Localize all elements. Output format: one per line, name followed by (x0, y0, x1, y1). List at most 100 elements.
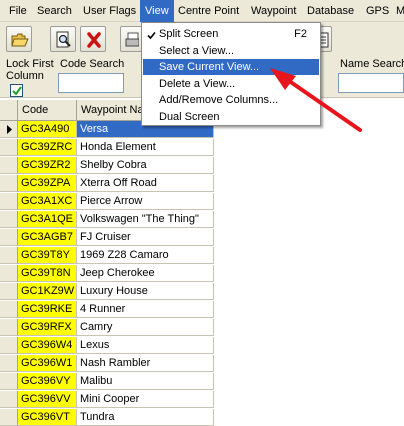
menu-view[interactable]: View (140, 0, 174, 22)
table-row[interactable]: GC3AGB7 FJ Cruiser (0, 229, 214, 246)
waypoint-name-cell[interactable]: Xterra Off Road (77, 175, 214, 192)
row-indicator[interactable] (0, 193, 18, 210)
menu-centre-point[interactable]: Centre Point (173, 0, 244, 22)
waypoint-name-cell[interactable]: Jeep Cherokee (77, 265, 214, 282)
waypoint-name-cell[interactable]: Camry (77, 319, 214, 336)
waypoint-name-cell[interactable]: Nash Rambler (77, 355, 214, 372)
printer-icon (125, 32, 139, 47)
delete-button[interactable] (80, 26, 106, 52)
view-menu-item-label: Delete a View... (159, 77, 236, 90)
row-indicator[interactable] (0, 139, 18, 156)
view-menu-item[interactable]: Save Current View... (143, 59, 319, 75)
waypoint-name-cell[interactable]: Shelby Cobra (77, 157, 214, 174)
menu-gps[interactable]: GPS (361, 0, 394, 22)
waypoint-name-cell[interactable]: Pierce Arrow (77, 193, 214, 210)
view-menu-item-label: Dual Screen (159, 110, 220, 123)
table-row[interactable]: GC3A1XC Pierce Arrow (0, 193, 214, 210)
menu-waypoint[interactable]: Waypoint (246, 0, 301, 22)
view-menu-item[interactable]: Dual Screen (143, 109, 319, 125)
column-header-code[interactable]: Code (18, 100, 77, 121)
waypoint-name-cell[interactable]: Malibu (77, 373, 214, 390)
current-row-arrow-icon (7, 125, 12, 134)
code-cell[interactable]: GC1KZ9W (18, 283, 77, 300)
view-menu-item[interactable]: Select a View... (143, 43, 319, 59)
row-indicator[interactable] (0, 355, 18, 372)
view-menu-item[interactable]: Split Screen F2 (143, 26, 319, 42)
code-cell[interactable]: GC39T8Y (18, 247, 77, 264)
row-indicator[interactable] (0, 301, 18, 318)
row-indicator[interactable] (0, 373, 18, 390)
view-menu-item-label: Select a View... (159, 44, 235, 57)
row-indicator[interactable] (0, 283, 18, 300)
waypoint-name-cell[interactable]: Tundra (77, 409, 214, 426)
row-indicator[interactable] (0, 247, 18, 264)
print-button[interactable] (120, 26, 142, 52)
code-cell[interactable]: GC3A1QE (18, 211, 77, 228)
open-folder-icon (11, 33, 29, 47)
table-row[interactable]: GC396W1 Nash Rambler (0, 355, 214, 372)
waypoint-name-cell[interactable]: Luxury House (77, 283, 214, 300)
waypoint-name-cell[interactable]: 1969 Z28 Camaro (77, 247, 214, 264)
red-x-icon (87, 32, 101, 48)
preview-button[interactable] (50, 26, 76, 52)
code-cell[interactable]: GC3AGB7 (18, 229, 77, 246)
table-row[interactable]: GC1KZ9W Luxury House (0, 283, 214, 300)
menu-shortcut: F2 (294, 28, 307, 40)
waypoint-name-cell[interactable]: 4 Runner (77, 301, 214, 318)
table-row[interactable]: GC39ZPA Xterra Off Road (0, 175, 214, 192)
row-indicator[interactable] (0, 337, 18, 354)
row-indicator[interactable] (0, 211, 18, 228)
row-indicator[interactable] (0, 391, 18, 408)
code-cell[interactable]: GC396VY (18, 373, 77, 390)
waypoint-name-cell[interactable]: Volkswagen "The Thing" (77, 211, 214, 228)
waypoint-name-cell[interactable]: Honda Element (77, 139, 214, 156)
code-cell[interactable]: GC396VT (18, 409, 77, 426)
name-search-input[interactable] (338, 73, 404, 93)
row-indicator[interactable] (0, 319, 18, 336)
table-row[interactable]: GC39ZRC Honda Element (0, 139, 214, 156)
lock-first-column-checkbox[interactable] (10, 84, 23, 97)
row-indicator[interactable] (0, 409, 18, 426)
row-indicator[interactable] (0, 175, 18, 192)
checkmark-icon (12, 86, 22, 96)
view-menu-item[interactable]: Delete a View... (143, 76, 319, 92)
code-cell[interactable]: GC39RKE (18, 301, 77, 318)
table-row[interactable]: GC39RFX Camry (0, 319, 214, 336)
row-indicator[interactable] (0, 265, 18, 282)
code-cell[interactable]: GC39ZRC (18, 139, 77, 156)
waypoint-name-cell[interactable]: Lexus (77, 337, 214, 354)
code-cell[interactable]: GC39RFX (18, 319, 77, 336)
menu-user-flags[interactable]: User Flags (78, 0, 141, 22)
code-cell[interactable]: GC3A490 (18, 121, 77, 138)
view-menu-item[interactable]: Add/Remove Columns... (143, 92, 319, 108)
menu-more[interactable]: M (391, 0, 404, 22)
open-folder-button[interactable] (6, 26, 32, 52)
code-cell[interactable]: GC39ZPA (18, 175, 77, 192)
table-row[interactable]: GC396W4 Lexus (0, 337, 214, 354)
code-cell[interactable]: GC3A1XC (18, 193, 77, 210)
table-row[interactable]: GC39ZR2 Shelby Cobra (0, 157, 214, 174)
row-indicator[interactable] (0, 121, 18, 138)
code-search-input[interactable] (58, 73, 124, 93)
table-row[interactable]: GC396VT Tundra (0, 409, 214, 426)
menu-file[interactable]: File (4, 0, 32, 22)
waypoint-name-cell[interactable]: FJ Cruiser (77, 229, 214, 246)
menu-search[interactable]: Search (32, 0, 77, 22)
table-row[interactable]: GC39T8N Jeep Cherokee (0, 265, 214, 282)
table-row[interactable]: GC39T8Y 1969 Z28 Camaro (0, 247, 214, 264)
code-cell[interactable]: GC396W1 (18, 355, 77, 372)
code-cell[interactable]: GC39ZR2 (18, 157, 77, 174)
table-row[interactable]: GC396VV Mini Cooper (0, 391, 214, 408)
row-indicator[interactable] (0, 157, 18, 174)
name-search-label: Name Search (340, 58, 404, 70)
row-indicator[interactable] (0, 229, 18, 246)
waypoint-name-cell[interactable]: Mini Cooper (77, 391, 214, 408)
code-cell[interactable]: GC39T8N (18, 265, 77, 282)
table-row[interactable]: GC396VY Malibu (0, 373, 214, 390)
table-row[interactable]: GC39RKE 4 Runner (0, 301, 214, 318)
view-menu-item-label: Split Screen (159, 28, 219, 40)
menu-database[interactable]: Database (302, 0, 359, 22)
table-row[interactable]: GC3A1QE Volkswagen "The Thing" (0, 211, 214, 228)
code-cell[interactable]: GC396W4 (18, 337, 77, 354)
code-cell[interactable]: GC396VV (18, 391, 77, 408)
